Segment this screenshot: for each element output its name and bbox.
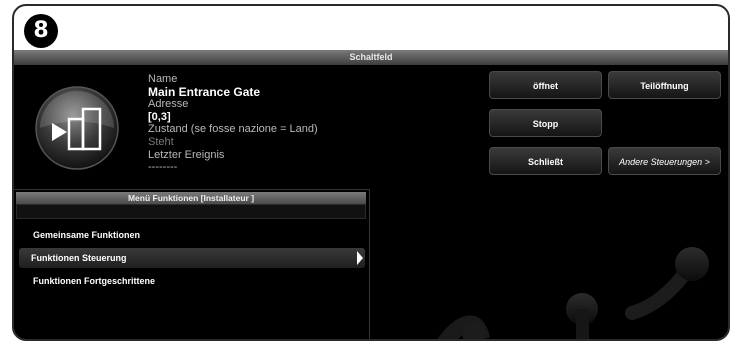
- app-screen: Schaltfeld Name Main Entrance Gate Adres…: [14, 50, 728, 339]
- step-number-badge: 8: [24, 14, 58, 48]
- command-buttons: öffnet Teilöffnung Stopp Schließt Andere…: [484, 65, 728, 189]
- state-label: Zustand (se fosse nazione = Land): [148, 123, 318, 136]
- menu-item-advanced-functions[interactable]: Funktionen Fortgeschrittene: [17, 271, 365, 291]
- functions-menu: Menü Funktionen [Installateur ] Gemeinsa…: [14, 189, 370, 339]
- device-address: [0,3]: [148, 110, 171, 123]
- panel-title: Schaltfeld: [14, 50, 728, 65]
- chevron-right-icon: [357, 251, 363, 265]
- menu-item-common-functions[interactable]: Gemeinsame Funktionen: [17, 225, 365, 245]
- other-commands-button[interactable]: Andere Steuerungen >: [608, 147, 721, 175]
- address-label: Adresse: [148, 98, 189, 111]
- last-event-label: Letzter Ereignis: [148, 148, 225, 161]
- name-label: Name: [148, 73, 178, 85]
- open-button[interactable]: öffnet: [489, 71, 602, 99]
- menu-item-control-functions[interactable]: Funktionen Steuerung: [19, 248, 365, 268]
- device-info-panel: Name Main Entrance Gate Adresse [0,3] Zu…: [14, 65, 484, 189]
- device-details: Name Main Entrance Gate Adresse [0,3] Zu…: [148, 73, 478, 174]
- manual-figure-frame: 8 Schaltfeld Name Main Entrance Gate Adr…: [12, 4, 730, 341]
- stop-button[interactable]: Stopp: [489, 109, 602, 137]
- device-name: Main Entrance Gate: [148, 84, 261, 99]
- device-state: Steht: [148, 135, 174, 148]
- menu-title: Menü Funktionen [Installateur ]: [16, 192, 366, 204]
- menu-status-field: [16, 204, 366, 219]
- last-event-value: --------: [148, 161, 178, 174]
- content-panel: [370, 189, 728, 339]
- partial-open-button[interactable]: Teilöffnung: [608, 71, 721, 99]
- gate-icon: [35, 86, 119, 170]
- menu-item-label: Funktionen Steuerung: [31, 253, 127, 263]
- close-button[interactable]: Schließt: [489, 147, 602, 175]
- decorative-background-graphic: [437, 247, 709, 339]
